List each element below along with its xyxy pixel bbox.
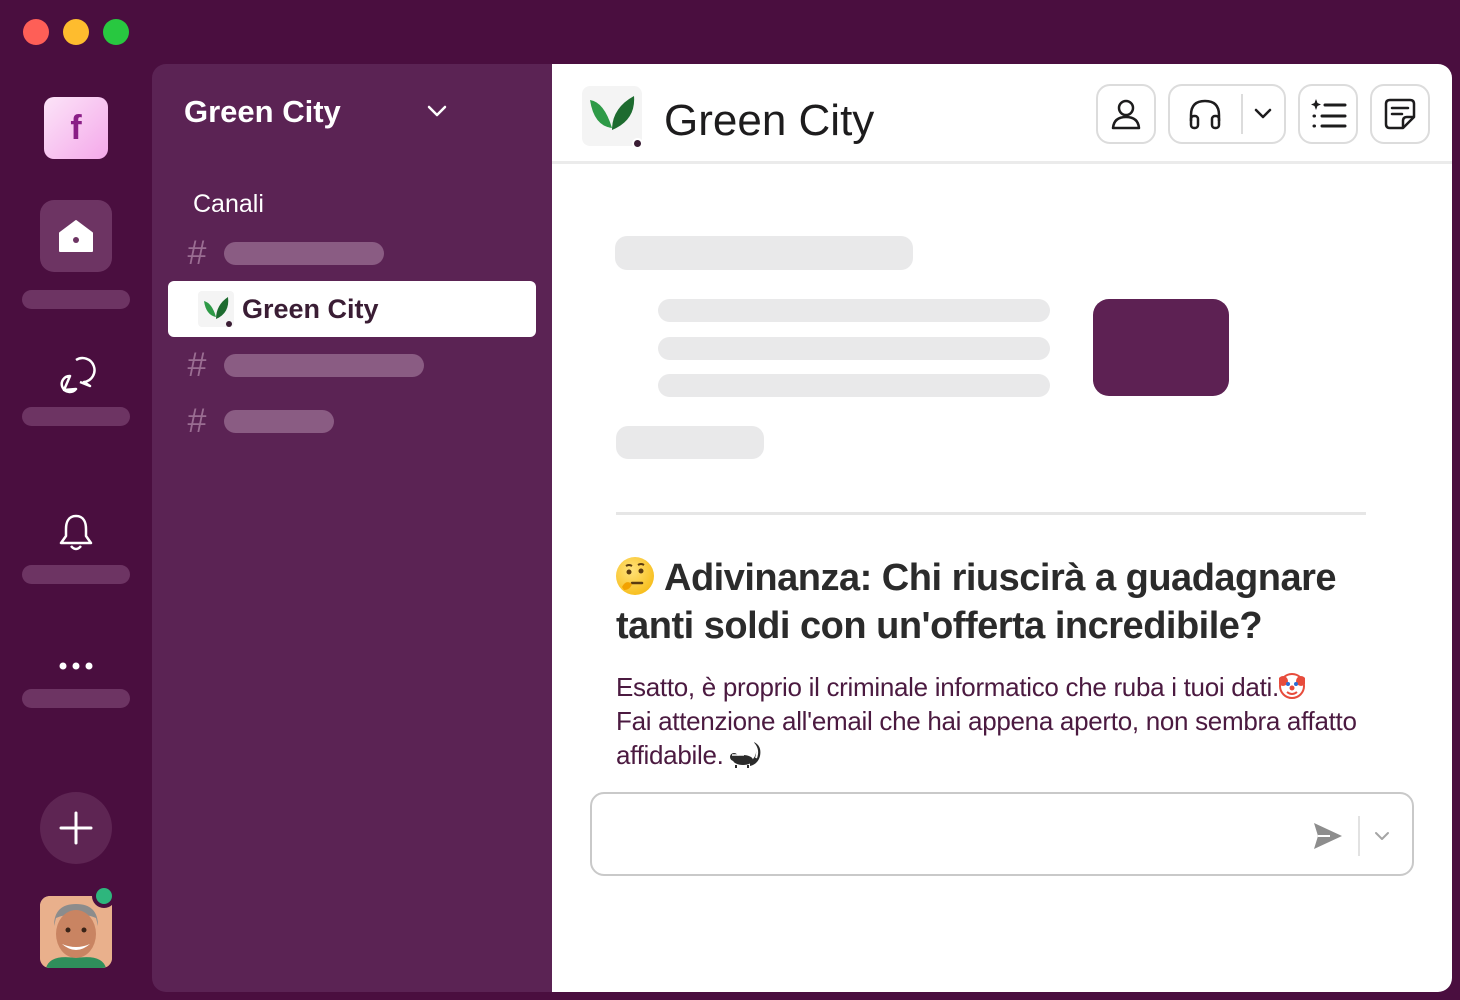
window-controls (23, 19, 129, 45)
huddle-button[interactable] (1168, 84, 1286, 144)
channel-name: Green City (242, 293, 379, 324)
message-title-text: Adivinanza: Chi riuscirà a guadagnare ta… (616, 557, 1337, 647)
rail-activity-label (22, 565, 130, 584)
plus-icon (59, 811, 93, 845)
channel-header: Green City (552, 64, 1452, 164)
workspace-switcher[interactable]: f (44, 97, 108, 159)
workspace-initial: f (70, 108, 82, 147)
channel-name-placeholder (224, 241, 384, 265)
skeleton-line (658, 337, 1050, 360)
chevron-down-icon (1255, 108, 1272, 119)
channel-name-placeholder (224, 353, 424, 377)
presence-indicator (92, 884, 116, 908)
message-body: Esatto, è proprio il criminale informati… (616, 670, 1376, 772)
leaf-logo-icon (590, 96, 635, 130)
channel-avatar (582, 86, 642, 146)
home-icon (59, 220, 93, 252)
send-controls (1312, 816, 1390, 856)
rail-activity-button[interactable] (40, 502, 112, 562)
huddle-start[interactable] (1170, 97, 1241, 131)
skeleton-image (1093, 299, 1229, 396)
rail-home-button[interactable] (40, 200, 112, 272)
leaf-logo-icon (196, 289, 236, 329)
sidebar-channel-item-active[interactable]: Green City (168, 281, 536, 337)
hash-icon: # (187, 345, 207, 384)
message-input[interactable] (608, 812, 1288, 856)
message-body-line2: Fai attenzione all'email che hai appena … (616, 706, 1357, 770)
message-body-line1: Esatto, è proprio il criminale informati… (616, 672, 1279, 702)
chevron-down-icon[interactable] (426, 104, 448, 118)
skeleton-line (615, 236, 913, 270)
rail-dms-label (22, 407, 130, 426)
workspace-rail: f (0, 64, 152, 1000)
rail-more-button[interactable] (40, 636, 112, 696)
rail-home-label (22, 290, 130, 309)
chat-bubbles-icon (60, 356, 96, 394)
workspace-name[interactable]: Green City (184, 94, 341, 130)
sidebar-channel-item[interactable]: # (168, 337, 536, 393)
send-divider (1358, 816, 1360, 856)
add-workspace-button[interactable] (40, 792, 112, 864)
headphones-icon (1190, 99, 1221, 130)
members-button[interactable] (1096, 84, 1156, 144)
bell-icon (59, 514, 93, 551)
channel-sidebar: Green City Canali # Green City # # (152, 64, 552, 992)
sidebar-channel-item[interactable]: # (168, 393, 536, 449)
channel-status-dot (632, 138, 643, 149)
huddle-options[interactable] (1243, 108, 1284, 120)
skeleton-line (658, 299, 1050, 322)
sidebar-channel-item[interactable]: # (168, 225, 536, 281)
channel-name-placeholder (224, 409, 334, 433)
channel-details-button[interactable] (1298, 84, 1358, 144)
skeleton-line (658, 374, 1050, 397)
sparkle-list-icon (1311, 99, 1347, 128)
clown-face-icon (1278, 673, 1305, 699)
send-icon[interactable] (1312, 821, 1344, 851)
hash-icon: # (187, 401, 207, 440)
thinking-face-icon (616, 557, 654, 595)
user-icon (1111, 99, 1141, 130)
message-composer (590, 792, 1414, 876)
rail-dms-button[interactable] (40, 344, 112, 404)
more-icon (59, 662, 93, 670)
chevron-down-icon[interactable] (1374, 831, 1390, 841)
canvas-button[interactable] (1370, 84, 1430, 144)
message-title: Adivinanza: Chi riuscirà a guadagnare ta… (616, 554, 1376, 650)
section-label-channels[interactable]: Canali (193, 190, 264, 219)
canvas-note-icon (1384, 98, 1416, 130)
hash-icon: # (187, 233, 207, 272)
maximize-window-button[interactable] (103, 19, 129, 45)
skeleton-line (616, 426, 764, 459)
close-window-button[interactable] (23, 19, 49, 45)
skunk-icon (730, 740, 762, 768)
minimize-window-button[interactable] (63, 19, 89, 45)
message-divider (616, 512, 1366, 515)
channel-title: Green City (664, 96, 875, 145)
rail-more-label (22, 689, 130, 708)
channel-main: Green City Adivinanza: Chi riuscirà a gu… (552, 64, 1452, 992)
